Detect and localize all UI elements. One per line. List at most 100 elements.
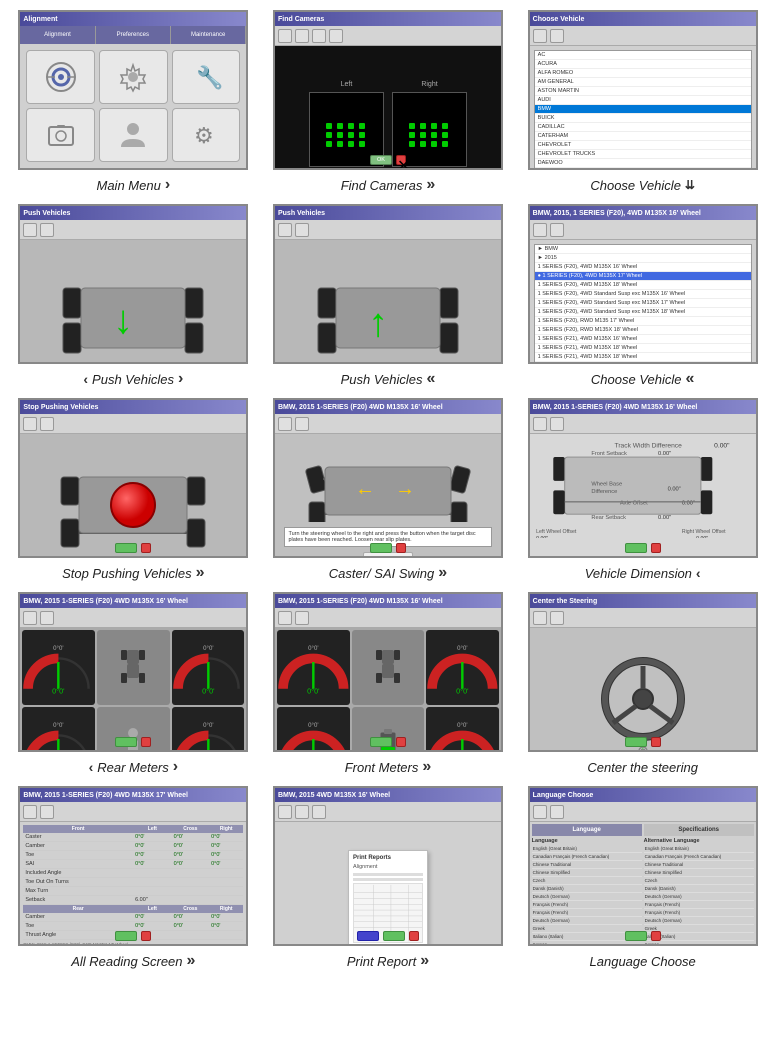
cv2-model-11[interactable]: 1 SERIES (F21), 4WD M135X 18' Wheel: [535, 353, 751, 362]
make-acura[interactable]: ACURA: [535, 60, 751, 69]
tb-btn-pr-3[interactable]: [312, 805, 326, 819]
icon-alignment[interactable]: [26, 50, 95, 104]
tab-specs[interactable]: Specifications: [644, 824, 754, 836]
tb-btn-2[interactable]: [295, 29, 309, 43]
lang-item-alt[interactable]: Czech: [644, 877, 754, 885]
btn-cancel-dim[interactable]: [651, 543, 661, 553]
lang-item[interactable]: English (Great Britain): [532, 845, 642, 853]
tb-btn-cv1-1[interactable]: [533, 29, 547, 43]
lang-item-alt[interactable]: Deutsch (German): [644, 893, 754, 901]
make-audi[interactable]: AUDI: [535, 96, 751, 105]
lang-item[interactable]: Czech: [532, 877, 642, 885]
tb-btn-sp-1[interactable]: [23, 417, 37, 431]
lang-item-alt[interactable]: English (Great Britain): [644, 845, 754, 853]
tb-btn-ar-2[interactable]: [40, 805, 54, 819]
tb-btn-ar-1[interactable]: [23, 805, 37, 819]
lang-item-alt[interactable]: Français (French): [644, 909, 754, 917]
icon-user[interactable]: [99, 108, 168, 162]
tb-btn-pv2-1[interactable]: [278, 223, 292, 237]
lang-item-alt[interactable]: Korean: [644, 941, 754, 946]
btn-ok-ar[interactable]: [115, 931, 137, 941]
cv1-list[interactable]: AC ACURA ALFA ROMEO AM GENERAL ASTON MAR…: [534, 50, 752, 170]
make-aston[interactable]: ASTON MARTIN: [535, 87, 751, 96]
lang-item[interactable]: Chinese Traditional: [532, 861, 642, 869]
btn-ok-fm[interactable]: [370, 737, 392, 747]
btn-ok-cs[interactable]: [625, 737, 647, 747]
cv2-bmw[interactable]: ► BMW: [535, 245, 751, 254]
tab-alignment[interactable]: Alignment: [20, 26, 95, 44]
cv2-model-9[interactable]: 1 SERIES (F21), 4WD M135X 16' Wheel: [535, 335, 751, 344]
tb-btn-pr-1[interactable]: [278, 805, 292, 819]
btn-ok-cameras[interactable]: OK: [370, 155, 392, 165]
btn-print[interactable]: [357, 931, 379, 941]
tb-btn-3[interactable]: [312, 29, 326, 43]
cv2-model-selected[interactable]: ● 1 SERIES (F20), 4WD M135X 17' Wheel: [535, 272, 751, 281]
tb-btn-cv1-2[interactable]: [550, 29, 564, 43]
btn-cancel-cameras[interactable]: ✕: [396, 155, 406, 165]
btn-cancel-pr[interactable]: [409, 931, 419, 941]
icon-gear[interactable]: ⚙: [172, 108, 241, 162]
btn-ok-lang[interactable]: [625, 931, 647, 941]
btn-cancel-sp[interactable]: [141, 543, 151, 553]
tb-btn-lang-1[interactable]: [533, 805, 547, 819]
btn-cancel-cs[interactable]: [651, 737, 661, 747]
btn-ok-sp[interactable]: [115, 543, 137, 553]
lang-item[interactable]: Korean: [532, 941, 642, 946]
btn-cancel-rm[interactable]: [141, 737, 151, 747]
lang-item[interactable]: Chinese Simplified: [532, 869, 642, 877]
lang-item[interactable]: Français (French): [532, 901, 642, 909]
btn-cancel-lang[interactable]: [651, 931, 661, 941]
tab-maintenance[interactable]: Maintenance: [171, 26, 246, 44]
cv2-model-10[interactable]: 1 SERIES (F21), 4WD M135X 18' Wheel: [535, 344, 751, 353]
lang-item-alt[interactable]: Deutsch (German): [644, 917, 754, 925]
lang-item-alt[interactable]: Dansk (Danish): [644, 885, 754, 893]
icon-wrench[interactable]: 🔧: [172, 50, 241, 104]
tb-btn-cs-2[interactable]: [550, 611, 564, 625]
lang-item[interactable]: Canadian Français (French Canadian): [532, 853, 642, 861]
tb-btn-dim-2[interactable]: [550, 417, 564, 431]
tb-btn-caster-1[interactable]: [278, 417, 292, 431]
make-am[interactable]: AM GENERAL: [535, 78, 751, 87]
tb-btn-dim-1[interactable]: [533, 417, 547, 431]
tb-btn-fm-1[interactable]: [278, 611, 292, 625]
cv2-model-3[interactable]: 1 SERIES (F20), 4WD M135X 18' Wheel: [535, 281, 751, 290]
tb-btn-sp-2[interactable]: [40, 417, 54, 431]
cv2-model-6[interactable]: 1 SERIES (F20), 4WD Standard Susp exc M1…: [535, 308, 751, 317]
tb-btn-rm-2[interactable]: [40, 611, 54, 625]
lang-item[interactable]: Dansk (Danish): [532, 885, 642, 893]
make-daihatsu[interactable]: DAIHATSU: [535, 168, 751, 170]
make-chevrolet[interactable]: CHEVROLET: [535, 141, 751, 150]
tb-btn-4[interactable]: [329, 29, 343, 43]
cv2-model-7[interactable]: 1 SERIES (F20), RWD M135 17' Wheel: [535, 317, 751, 326]
btn-cancel-caster[interactable]: [396, 543, 406, 553]
tb-btn-rm-1[interactable]: [23, 611, 37, 625]
cv2-model-4[interactable]: 1 SERIES (F20), 4WD Standard Susp exc M1…: [535, 290, 751, 299]
make-buick[interactable]: BUICK: [535, 114, 751, 123]
cv2-model-5[interactable]: 1 SERIES (F20), 4WD Standard Susp exc M1…: [535, 299, 751, 308]
lang-item-alt[interactable]: Canadian Français (French Canadian): [644, 853, 754, 861]
btn-ok-rm[interactable]: [115, 737, 137, 747]
tb-btn-cv2-2[interactable]: [550, 223, 564, 237]
make-daewoo[interactable]: DAEWOO: [535, 159, 751, 168]
btn-ok-dim[interactable]: [625, 543, 647, 553]
make-bmw[interactable]: BMW: [535, 105, 751, 114]
make-alfa[interactable]: ALFA ROMEO: [535, 69, 751, 78]
lang-item[interactable]: Français (French): [532, 909, 642, 917]
tab-language[interactable]: Language: [532, 824, 642, 836]
icon-settings[interactable]: [99, 50, 168, 104]
btn-ok-caster[interactable]: [370, 543, 392, 553]
lang-item-alt[interactable]: Chinese Simplified: [644, 869, 754, 877]
tb-btn-1[interactable]: [278, 29, 292, 43]
tb-btn-pv1-1[interactable]: [23, 223, 37, 237]
lang-item[interactable]: Deutsch (German): [532, 893, 642, 901]
btn-cancel-fm[interactable]: [396, 737, 406, 747]
tb-btn-cs-1[interactable]: [533, 611, 547, 625]
tb-btn-caster-2[interactable]: [295, 417, 309, 431]
tb-btn-pv1-2[interactable]: [40, 223, 54, 237]
tb-btn-pr-2[interactable]: [295, 805, 309, 819]
tb-btn-fm-2[interactable]: [295, 611, 309, 625]
tb-btn-cv2-1[interactable]: [533, 223, 547, 237]
make-caterham[interactable]: CATERHAM: [535, 132, 751, 141]
cv2-2015[interactable]: ► 2015: [535, 254, 751, 263]
make-cadillac[interactable]: CADILLAC: [535, 123, 751, 132]
